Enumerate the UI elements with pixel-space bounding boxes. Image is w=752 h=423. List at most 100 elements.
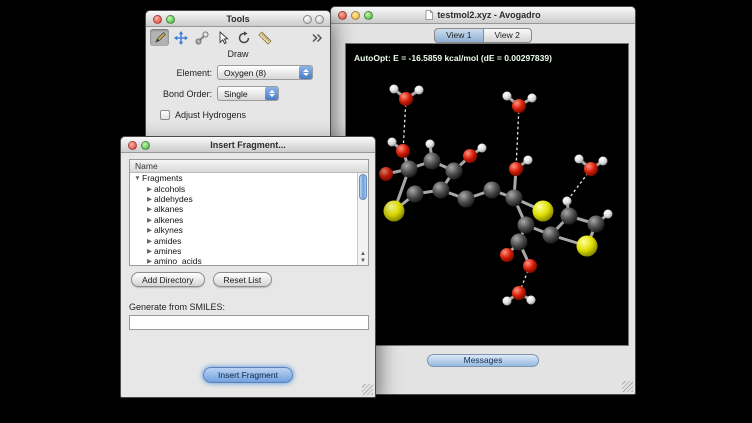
atom-O[interactable] — [509, 162, 523, 176]
scrollbar-arrows[interactable]: ▲▼ — [358, 251, 368, 265]
fragment-dialog-titlebar[interactable]: Insert Fragment... — [121, 137, 375, 153]
atom-C[interactable] — [561, 208, 578, 225]
smiles-input[interactable] — [129, 315, 369, 330]
bond-centric-tool-icon[interactable] — [192, 29, 211, 46]
draw-tool-icon[interactable] — [150, 29, 169, 46]
disclosure-closed-icon[interactable]: ▶ — [145, 185, 154, 193]
zoom-button[interactable] — [166, 15, 175, 24]
atom-C[interactable] — [401, 161, 418, 178]
atom-H[interactable] — [604, 210, 613, 219]
reset-list-button[interactable]: Reset List — [213, 272, 273, 287]
adjust-hydrogens-checkbox[interactable] — [160, 110, 170, 120]
atom-C[interactable] — [484, 182, 501, 199]
insert-fragment-button[interactable]: Insert Fragment — [203, 367, 293, 383]
atom-C[interactable] — [588, 216, 605, 233]
fragment-dialog-title: Insert Fragment... — [210, 140, 286, 150]
main-window-titlebar[interactable]: testmol2.xyz - Avogadro — [331, 7, 635, 24]
atom-S[interactable] — [577, 236, 598, 257]
tree-item-alkanes[interactable]: ▶alkanes — [130, 204, 357, 214]
resize-grip[interactable] — [362, 384, 373, 395]
atom-H[interactable] — [524, 156, 533, 165]
zoom-button[interactable] — [141, 141, 150, 150]
atom-C[interactable] — [458, 191, 475, 208]
atom-C[interactable] — [407, 186, 424, 203]
toolbar-overflow-icon[interactable] — [307, 29, 326, 46]
atom-H[interactable] — [388, 138, 397, 147]
atom-C[interactable] — [506, 190, 523, 207]
atom-H[interactable] — [426, 140, 435, 149]
gl-viewport[interactable]: AutoOpt: E = -16.5859 kcal/mol (dE = 0.0… — [345, 43, 629, 346]
dock-buttons — [303, 15, 324, 24]
disclosure-closed-icon[interactable]: ▶ — [145, 216, 154, 224]
atom-O[interactable] — [584, 162, 598, 176]
disclosure-closed-icon[interactable]: ▶ — [145, 195, 154, 203]
minimize-button[interactable] — [351, 11, 360, 20]
tree-item-aldehydes[interactable]: ▶aldehydes — [130, 194, 357, 204]
tools-titlebar[interactable]: Tools — [146, 11, 330, 27]
close-button[interactable] — [128, 141, 137, 150]
tree-item-fragments[interactable]: ▼ Fragments — [130, 173, 357, 183]
tab-view-1[interactable]: View 1 — [434, 28, 483, 43]
autoopt-overlay: AutoOpt: E = -16.5859 kcal/mol (dE = 0.0… — [354, 53, 552, 63]
atom-H[interactable] — [390, 85, 399, 94]
tab-view-2[interactable]: View 2 — [484, 28, 532, 43]
atom-H[interactable] — [563, 197, 572, 206]
atom-H[interactable] — [599, 157, 608, 166]
atom-O[interactable] — [396, 144, 410, 158]
atom-S[interactable] — [533, 201, 554, 222]
list-header-name[interactable]: Name — [130, 160, 368, 173]
document-icon — [425, 10, 433, 20]
atom-C[interactable] — [518, 217, 535, 234]
atom-H[interactable] — [503, 92, 512, 101]
dialog-buttons: Add Directory Reset List — [131, 272, 272, 287]
tree-item-alkynes[interactable]: ▶alkynes — [130, 225, 357, 235]
tree-item-alcohols[interactable]: ▶alcohols — [130, 183, 357, 193]
tree-item-amines[interactable]: ▶amines — [130, 246, 357, 256]
atom-C[interactable] — [446, 163, 463, 180]
tree-item-amino_acids[interactable]: ▶amino_acids — [130, 256, 357, 266]
atom-O[interactable] — [512, 286, 526, 300]
tree-item-amides[interactable]: ▶amides — [130, 235, 357, 245]
atom-C[interactable] — [543, 227, 560, 244]
dock-float-button[interactable] — [303, 15, 312, 24]
scrollbar[interactable]: ▲▼ — [357, 173, 368, 265]
disclosure-open-icon[interactable]: ▼ — [133, 175, 142, 182]
select-tool-icon[interactable] — [213, 29, 232, 46]
atom-H[interactable] — [415, 86, 424, 95]
atom-S[interactable] — [384, 201, 405, 222]
atom-H[interactable] — [478, 144, 487, 153]
atom-H[interactable] — [503, 297, 512, 306]
navigate-tool-icon[interactable] — [171, 29, 190, 46]
disclosure-closed-icon[interactable]: ▶ — [145, 237, 154, 245]
atom-O[interactable] — [512, 99, 526, 113]
close-button[interactable] — [153, 15, 162, 24]
atom-O[interactable] — [500, 248, 514, 262]
scrollbar-thumb[interactable] — [359, 174, 367, 200]
atom-O[interactable] — [523, 259, 537, 273]
atom-O[interactable] — [463, 149, 477, 163]
bond-order-label: Bond Order: — [146, 89, 212, 99]
add-directory-button[interactable]: Add Directory — [131, 272, 205, 287]
atom-O[interactable] — [379, 167, 393, 181]
resize-grip[interactable] — [622, 381, 633, 392]
measure-tool-icon[interactable] — [255, 29, 274, 46]
atom-H[interactable] — [575, 155, 584, 164]
disclosure-closed-icon[interactable]: ▶ — [145, 257, 154, 265]
tree-item-alkenes[interactable]: ▶alkenes — [130, 215, 357, 225]
element-dropdown[interactable]: Oxygen (8) — [217, 65, 313, 80]
disclosure-closed-icon[interactable]: ▶ — [145, 247, 154, 255]
messages-button[interactable]: Messages — [427, 354, 539, 367]
atom-C[interactable] — [424, 153, 441, 170]
auto-rotate-tool-icon[interactable] — [234, 29, 253, 46]
atom-C[interactable] — [511, 234, 528, 251]
close-button[interactable] — [338, 11, 347, 20]
zoom-button[interactable] — [364, 11, 373, 20]
atom-C[interactable] — [433, 182, 450, 199]
atom-O[interactable] — [399, 92, 413, 106]
atom-H[interactable] — [527, 296, 536, 305]
bond-order-dropdown[interactable]: Single — [217, 86, 279, 101]
disclosure-closed-icon[interactable]: ▶ — [145, 205, 154, 213]
atom-H[interactable] — [528, 94, 537, 103]
dock-close-button[interactable] — [315, 15, 324, 24]
disclosure-closed-icon[interactable]: ▶ — [145, 226, 154, 234]
